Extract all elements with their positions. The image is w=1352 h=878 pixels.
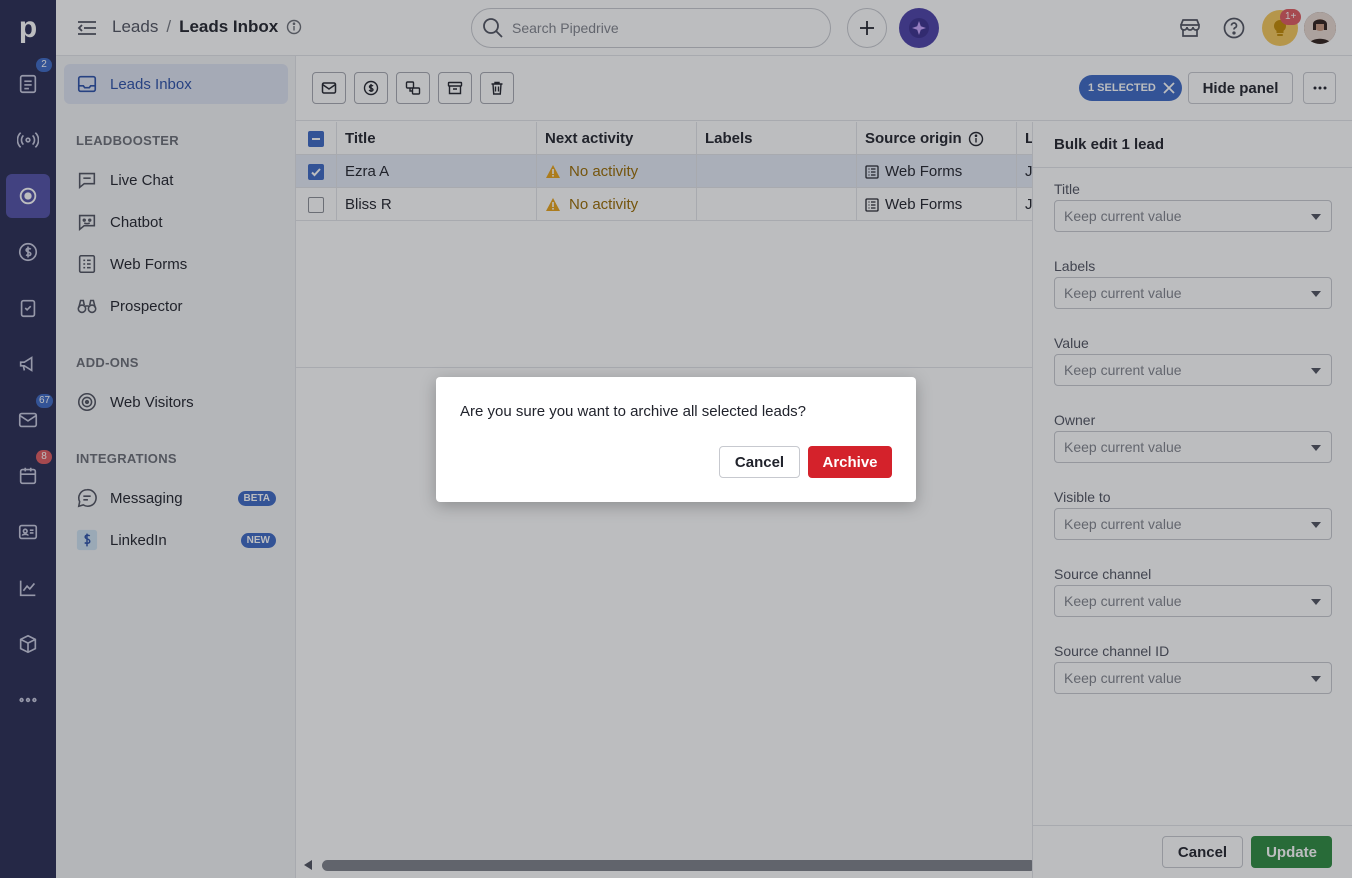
dialog-archive-button[interactable]: Archive <box>808 446 892 478</box>
dialog-cancel-button[interactable]: Cancel <box>719 446 800 478</box>
dialog-message: Are you sure you want to archive all sel… <box>460 403 807 420</box>
archive-confirm-dialog: Are you sure you want to archive all sel… <box>436 377 916 502</box>
